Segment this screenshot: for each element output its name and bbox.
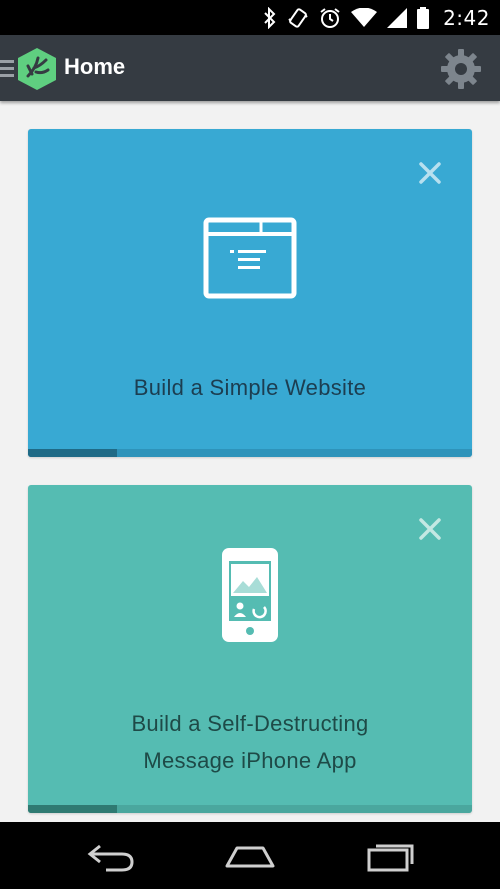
track-card-website[interactable]: Build a Simple Website xyxy=(28,129,472,457)
track-title: Build a Simple Website xyxy=(133,375,367,400)
signal-icon xyxy=(387,7,408,28)
track-card-iphone-app[interactable]: Build a Self-Destructing Message iPhone … xyxy=(28,485,472,813)
alarm-icon xyxy=(319,7,341,29)
iphone-icon xyxy=(221,547,279,647)
status-time: 2:42 xyxy=(443,5,490,30)
close-icon[interactable] xyxy=(418,161,442,185)
status-bar: 2:42 xyxy=(0,0,500,35)
progress-bar xyxy=(28,449,472,457)
hamburger-icon[interactable] xyxy=(0,60,14,78)
close-icon[interactable] xyxy=(418,517,442,541)
recent-apps-icon[interactable] xyxy=(366,840,416,878)
track-title: Build a Self-Destructing Message iPhone … xyxy=(131,711,369,773)
progress-fill xyxy=(28,449,117,457)
vibrate-icon xyxy=(287,7,309,29)
battery-icon xyxy=(417,6,430,29)
gear-icon[interactable] xyxy=(440,48,482,90)
app-logo-icon[interactable] xyxy=(14,46,60,92)
progress-fill xyxy=(28,805,117,813)
system-nav-bar xyxy=(0,822,500,889)
bluetooth-icon xyxy=(263,6,277,29)
action-bar: Home xyxy=(0,35,500,101)
progress-bar xyxy=(28,805,472,813)
wifi-icon xyxy=(351,7,378,28)
page-title: Home xyxy=(64,54,126,79)
home-icon[interactable] xyxy=(223,840,277,878)
back-icon[interactable] xyxy=(86,840,136,878)
browser-window-icon xyxy=(203,217,297,303)
track-list: Build a Simple Website Build a Self-Dest… xyxy=(0,101,500,822)
